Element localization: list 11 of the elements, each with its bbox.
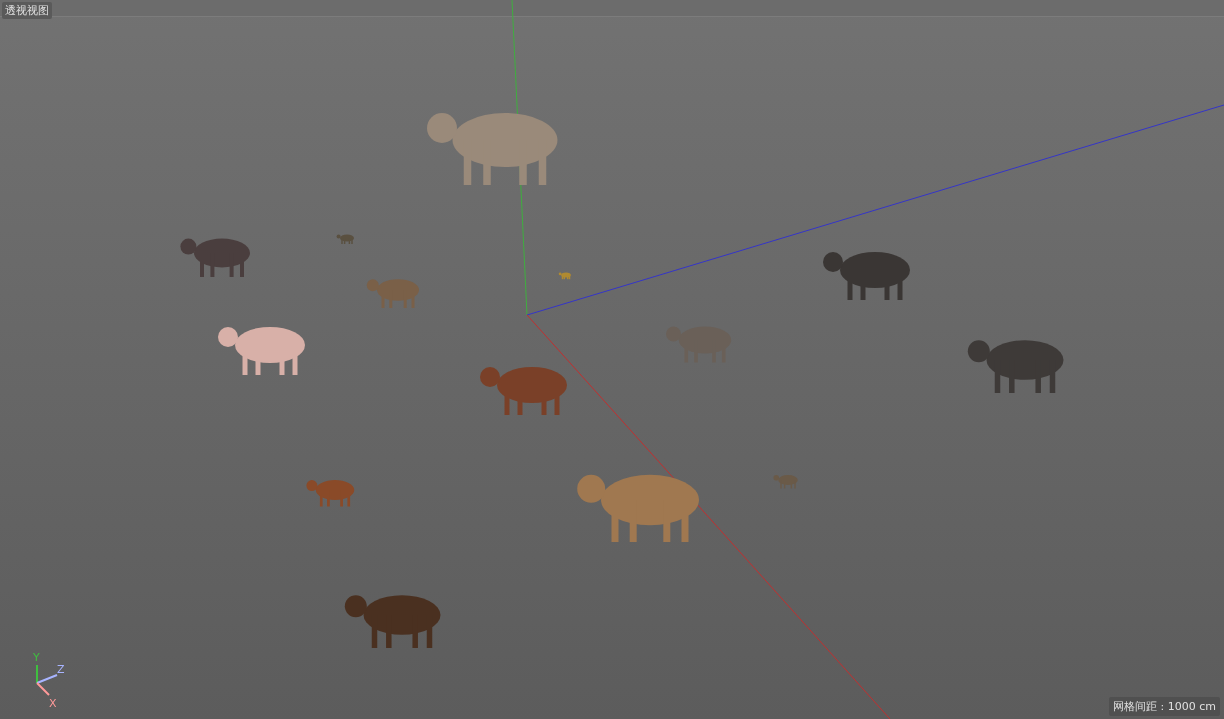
animal-model-drawing [558,272,571,280]
viewport-title: 透视视图 [2,2,52,19]
animal-model-drawing [773,474,798,490]
axis-label: Y [33,651,40,664]
animal-model-drawing [366,279,419,308]
axis-label: Z [57,663,65,676]
animal-model-drawing [306,480,355,507]
animal-model-drawing [336,234,354,245]
animal-model-drawing [180,238,250,277]
axis-label: X [49,697,57,710]
grid-spacing-label: 网格间距 : 1000 cm [1109,697,1220,716]
